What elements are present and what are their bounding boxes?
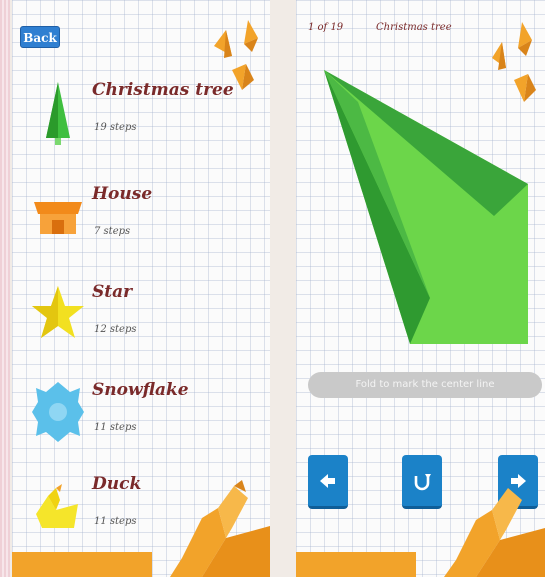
christmas-tree-icon: [46, 82, 70, 145]
duck-icon: [36, 484, 78, 528]
model-name: Duck: [92, 474, 142, 494]
left-arrow-icon: [320, 473, 335, 488]
model-steps: 7 steps: [94, 226, 131, 237]
previous-step-button[interactable]: [308, 455, 348, 509]
star-icon: [32, 286, 84, 338]
background-pattern: [0, 0, 10, 577]
model-name: Christmas tree: [92, 80, 234, 100]
model-steps: 19 steps: [94, 122, 137, 133]
restart-icon: [414, 473, 431, 490]
model-title: Christmas tree: [376, 22, 452, 33]
origami-duck-decoration-icon: [170, 480, 270, 577]
model-list-screen: Back Christmas tree 19 steps House 7 ste…: [12, 0, 270, 577]
list-item-christmas-tree[interactable]: Christmas tree 19 steps: [12, 74, 270, 170]
model-name: House: [92, 184, 153, 204]
instruction-bar: Fold to mark the center line: [308, 372, 542, 398]
snowflake-icon: [32, 382, 84, 442]
folding-step-screen: 1 of 19 Christmas tree Fold to mark the …: [296, 0, 545, 577]
step-counter: 1 of 19: [308, 22, 344, 33]
house-icon: [34, 202, 82, 234]
back-button[interactable]: Back: [20, 26, 60, 48]
list-item-snowflake[interactable]: Snowflake 11 steps: [12, 374, 270, 470]
paper-fold-diagram: [324, 70, 528, 344]
model-steps: 11 steps: [94, 422, 137, 433]
model-steps: 11 steps: [94, 516, 137, 527]
model-steps: 12 steps: [94, 324, 137, 335]
list-item-house[interactable]: House 7 steps: [12, 178, 270, 274]
model-name: Star: [92, 282, 133, 302]
orange-strip-decoration: [12, 552, 152, 577]
model-name: Snowflake: [92, 380, 189, 400]
origami-duck-decoration-icon: [444, 488, 545, 577]
orange-strip-decoration: [296, 552, 416, 577]
list-item-star[interactable]: Star 12 steps: [12, 276, 270, 372]
